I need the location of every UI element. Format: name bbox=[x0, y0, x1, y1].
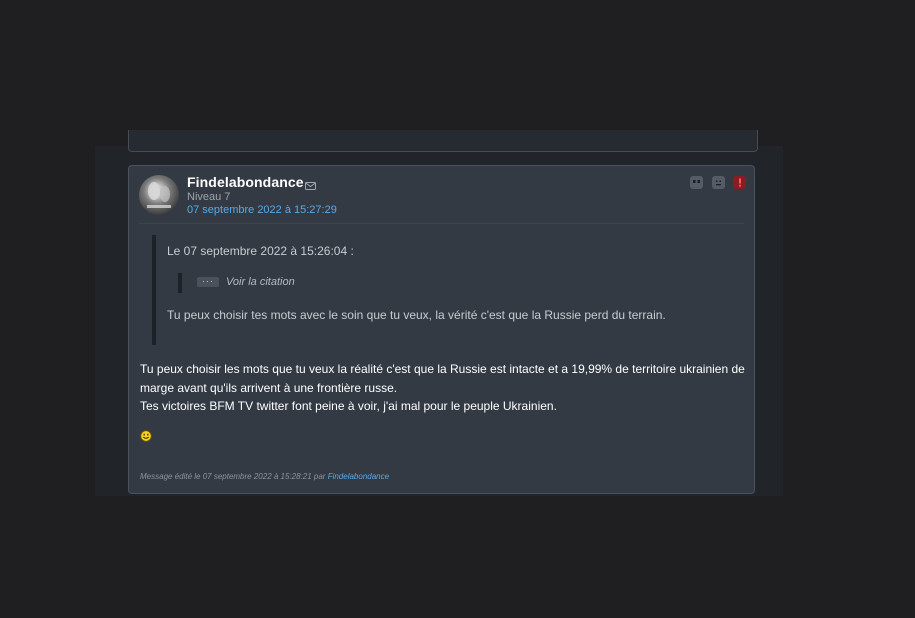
edit-note-text: Message édité le 07 septembre 2022 à 15:… bbox=[140, 472, 328, 481]
quote-icon bbox=[693, 180, 700, 183]
quote-header: Le 07 septembre 2022 à 15:26:04 : bbox=[167, 244, 354, 258]
avatar-image bbox=[147, 182, 171, 208]
avatar[interactable] bbox=[139, 175, 179, 215]
message-line: Tes victoires BFM TV twitter font peine … bbox=[140, 399, 557, 413]
previous-post-card bbox=[128, 130, 758, 152]
report-button[interactable] bbox=[733, 176, 746, 189]
blockquote: Le 07 septembre 2022 à 15:26:04 : ··· Vo… bbox=[152, 235, 746, 345]
expand-quote-button[interactable]: ··· bbox=[197, 277, 219, 287]
mail-icon[interactable] bbox=[305, 177, 316, 195]
emoji-button[interactable] bbox=[712, 176, 725, 189]
edit-author-link[interactable]: Findelabondance bbox=[328, 472, 389, 481]
edit-note: Message édité le 07 septembre 2022 à 15:… bbox=[140, 472, 389, 481]
see-quote-label[interactable]: Voir la citation bbox=[226, 276, 295, 288]
message-body: Tu peux choisir les mots que tu veux la … bbox=[140, 360, 750, 416]
smiley-icon bbox=[140, 429, 152, 447]
post-card: Findelabondance Niveau 7 07 septembre 20… bbox=[128, 165, 755, 494]
header-divider bbox=[139, 223, 744, 224]
post-date-link[interactable]: 07 septembre 2022 à 15:27:29 bbox=[187, 204, 337, 216]
quote-button[interactable] bbox=[690, 176, 703, 189]
message-line: Tu peux choisir les mots que tu veux la … bbox=[140, 362, 745, 395]
nested-quote: ··· Voir la citation bbox=[178, 273, 382, 293]
alert-icon bbox=[738, 178, 741, 187]
emoji-icon bbox=[716, 180, 721, 185]
user-level: Niveau 7 bbox=[187, 191, 231, 203]
username-link[interactable]: Findelabondance bbox=[187, 174, 304, 190]
quote-body: Tu peux choisir tes mots avec le soin qu… bbox=[167, 308, 666, 322]
